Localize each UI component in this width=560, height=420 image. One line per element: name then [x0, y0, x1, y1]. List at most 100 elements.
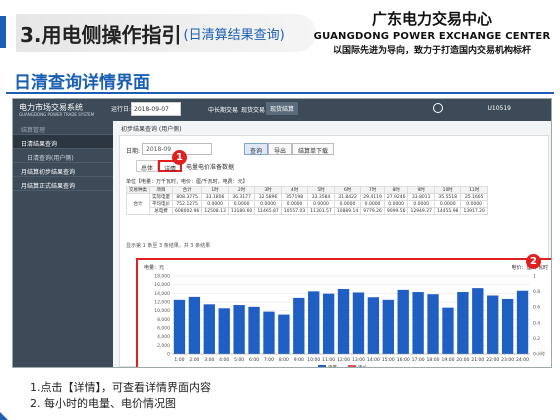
table-row: 总电费 608002.96 12508.13 13180.60 11465.87… [127, 207, 488, 215]
left-axis-label: 电量：元 [144, 264, 164, 271]
table-cell: 0.0000 [307, 200, 335, 208]
x-tick-label: 9:00 [294, 357, 304, 363]
table-cell: 9099.56 [383, 207, 409, 215]
x-tick-label: 15:00 [382, 357, 395, 363]
x-tick-label: 5:00 [234, 357, 244, 363]
run-date-label: 运行日: [111, 106, 132, 113]
table-cell: 0.0000 [460, 200, 488, 208]
tab-overview[interactable]: 总体 [136, 160, 159, 172]
table-cell: 实际电量 [149, 193, 173, 201]
y-tick-label: 16,000 [154, 282, 170, 288]
bar [218, 308, 230, 354]
header-accent-bar [0, 16, 6, 48]
x-tick-label: 18:00 [427, 357, 440, 363]
export-button[interactable]: 导出 [268, 143, 293, 155]
table-cell: 10889.14 [333, 207, 362, 215]
bar [322, 293, 335, 354]
section-title: 日清查询详情界面 [14, 73, 150, 93]
sidebar-item-daily-query[interactable]: 日清结果查询 [13, 135, 113, 149]
table-group-cell: 合计 [126, 193, 150, 215]
bar [442, 307, 454, 354]
bar [472, 288, 484, 354]
x-tick-label: 21:00 [471, 357, 484, 363]
bar [367, 297, 380, 354]
table-cell: 0.0000 [227, 200, 256, 208]
table-cell: 0.0000 [254, 200, 282, 208]
bar [487, 295, 499, 354]
user-icon [433, 103, 443, 113]
bar [233, 305, 245, 354]
date-filter-label: 日期: [126, 148, 141, 155]
table-cell: 0.0000 [433, 200, 462, 208]
y-tick-label: 6,000 [157, 326, 170, 332]
table-cell: 12949.27 [407, 207, 435, 215]
table-cell: 0.0000 [201, 200, 229, 208]
y2-tick-label: 0.4 [533, 320, 540, 326]
bar [397, 289, 409, 354]
bar [308, 291, 320, 354]
bar [457, 292, 469, 354]
sidebar-item-month-prelim[interactable]: 月结算初步结果查询 [13, 163, 113, 177]
table-cell: 11301.57 [307, 207, 335, 215]
table-cell: 32.5896 [254, 193, 282, 201]
bar [352, 292, 365, 354]
nav-spot-trade[interactable]: 现货交易 [241, 105, 265, 114]
hourly-chart-frame: 电量：元电价：厘/千瓦时18,00016,00014,00012,00010,0… [136, 258, 551, 368]
bar [173, 299, 186, 354]
table-row: 合计 实际电量 808.3775 33.1806 36.3177 32.5896… [126, 193, 488, 215]
table-cell: 13917.20 [460, 207, 488, 215]
y-tick-label: 12,000 [154, 300, 170, 306]
table-header: 11时 [460, 186, 488, 194]
table-header: 交易种类 [126, 186, 150, 194]
table-cell: 0.0000 [360, 200, 385, 208]
table-cell: 14455.98 [433, 207, 462, 215]
slide-title-sub: (日清算结果查询) [183, 27, 285, 43]
bar [337, 289, 350, 354]
x-tick-label: 6:00 [249, 357, 259, 363]
y2-tick-label: 0.6 [533, 305, 540, 311]
note-2: 2. 每小时的电量、电价情况图 [30, 397, 176, 410]
user-name[interactable]: U10519 [488, 105, 511, 112]
table-cell: 10557.03 [280, 207, 309, 215]
table-cell: 752.1275 [171, 200, 203, 208]
callout-badge-2: 2 [526, 254, 541, 269]
bar [248, 306, 260, 354]
tab-price-data[interactable]: 电量电价准备数据 [182, 160, 238, 172]
result-table: 交易种类 项目 合计 1时 2时 3时 4时 5时 6时 7时 8时 9时 10… [126, 186, 488, 215]
x-tick-label: 2:00 [189, 357, 199, 363]
bar [427, 294, 439, 354]
brand-block: 广东电力交易中心 GUANGDONG POWER EXCHANGE CENTER… [312, 8, 552, 56]
unit-note: 单位【电量：万千瓦时，电价：厘/千瓦时，电费：元】 [126, 179, 248, 185]
y-tick-label: 0 [167, 352, 170, 358]
main-content: 初步结果查询 (用户侧) 日期: 2018-09 查询 导出 结算单下载 总体 … [113, 121, 551, 368]
sidebar-item-daily-user[interactable]: 日清查询(用户侧) [13, 149, 113, 163]
slide-title-main: 3.用电侧操作指引 [20, 22, 182, 47]
table-cell: 平均电价 [149, 200, 173, 208]
x-tick-label: 17:00 [412, 357, 425, 363]
corner-accent [0, 412, 8, 420]
x-tick-label: 4:00 [219, 357, 229, 363]
top-nav: 电力市场交易系统 GUANGDONG POWER TRADE SYSTEM 运行… [13, 99, 551, 121]
y-tick-label: 8,000 [157, 317, 170, 323]
app-screenshot: 电力市场交易系统 GUANGDONG POWER TRADE SYSTEM 运行… [12, 98, 552, 368]
y2-tick-label: 0.2 [533, 336, 540, 342]
table-cell: 0.0000 [280, 200, 309, 208]
download-button[interactable]: 结算单下载 [292, 143, 335, 155]
breadcrumb: 初步结果查询 (用户侧) [121, 126, 182, 133]
x-tick-label: 7:00 [264, 357, 274, 363]
table-header-row: 交易种类 项目 合计 1时 2时 3时 4时 5时 6时 7时 8时 9时 10… [126, 186, 488, 194]
table-header: 9时 [407, 186, 435, 194]
table-header: 4时 [280, 186, 309, 194]
legend-swatch-price [348, 365, 356, 367]
sidebar-item-month-final[interactable]: 月结算正式结果查询 [13, 177, 113, 191]
nav-medium-long-term[interactable]: 中长期交易 [208, 105, 238, 114]
slide-title: 3.用电侧操作指引 (日清算结果查询) [16, 14, 316, 52]
table-header: 6时 [333, 186, 362, 194]
run-date-select[interactable]: 2018-09-07 [131, 102, 181, 116]
nav-spot-settlement[interactable]: 现货结算 [266, 102, 299, 115]
table-header: 8时 [383, 186, 409, 194]
query-button[interactable]: 查询 [244, 143, 269, 155]
y-tick-label: 4,000 [157, 334, 170, 340]
legend-label-energy: 电量 [328, 364, 337, 368]
app-logo-en: GUANGDONG POWER TRADE SYSTEM [19, 112, 95, 117]
